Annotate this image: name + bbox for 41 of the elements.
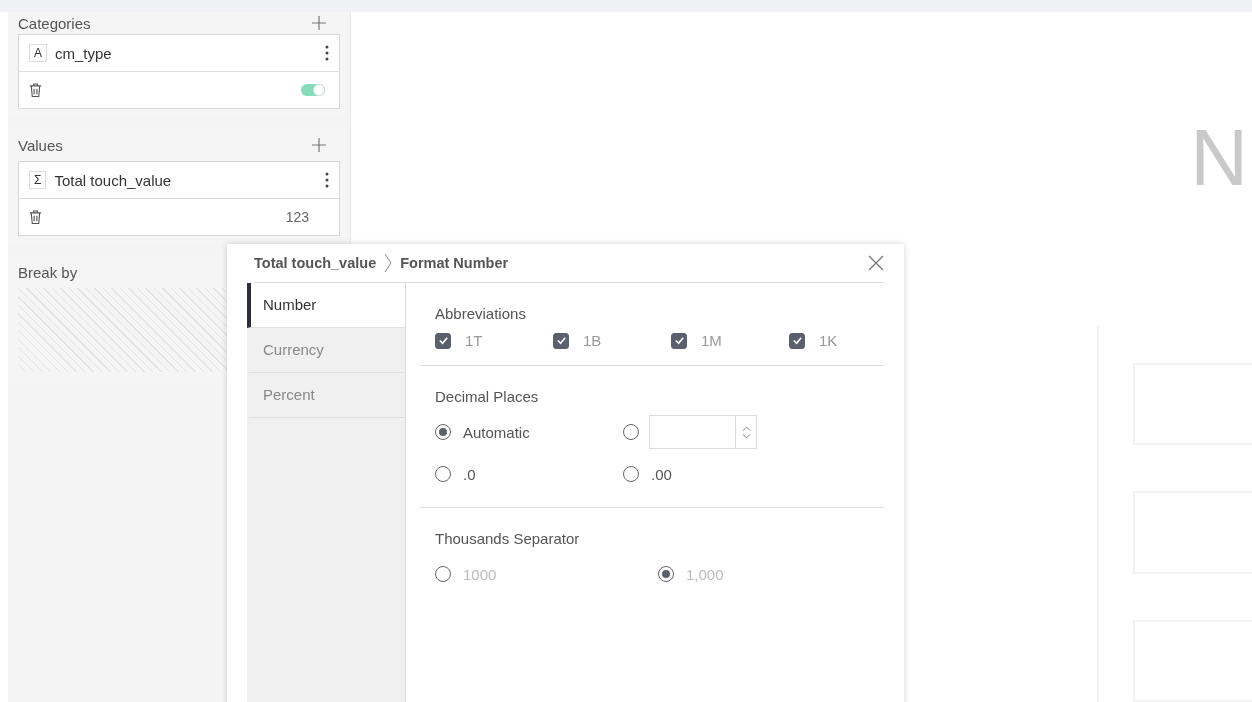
breadcrumb-item[interactable]: Total touch_value	[254, 255, 377, 271]
number-input[interactable]	[649, 415, 757, 449]
group-title: Thousands Separator	[435, 530, 581, 547]
close-icon[interactable]	[868, 255, 884, 271]
toggle-switch[interactable]	[301, 84, 325, 96]
section-title: Break by	[18, 263, 78, 281]
field-name: Total touch_value	[54, 171, 173, 189]
checkbox-label: 1T	[465, 332, 483, 349]
radio-label: .0	[463, 465, 476, 483]
field-pill[interactable]: A cm_type	[18, 34, 340, 109]
checkbox[interactable]	[553, 332, 569, 349]
checkbox[interactable]	[789, 332, 805, 349]
format-label[interactable]: 123	[285, 209, 309, 225]
group-title: Abbreviations	[435, 305, 527, 322]
checkbox-label: 1B	[583, 332, 602, 349]
checkbox[interactable]	[671, 332, 687, 349]
radio-label: 1000	[463, 565, 497, 583]
section-title: Values	[18, 136, 63, 154]
check-icon	[555, 335, 567, 346]
type-icon: A	[29, 44, 47, 62]
check-icon	[673, 335, 685, 346]
check-icon	[437, 335, 449, 346]
type-icon: Σ	[29, 171, 47, 189]
checkbox-label: 1K	[819, 332, 838, 349]
radio-label: 1,000	[686, 565, 724, 583]
checkbox[interactable]	[435, 332, 451, 349]
section-title: Categories	[18, 14, 91, 32]
checkbox-label: 1M	[701, 332, 722, 349]
more-icon[interactable]	[325, 45, 329, 61]
radio-label: .00	[651, 465, 672, 483]
dialog-title: Format Number	[400, 255, 509, 271]
trash-icon[interactable]	[29, 82, 42, 98]
tab[interactable]: Number	[247, 283, 405, 328]
chevron-icon	[384, 253, 393, 273]
check-icon	[791, 335, 803, 346]
group-title: Decimal Places	[435, 388, 540, 405]
more-icon[interactable]	[325, 172, 329, 188]
field-name: cm_type	[55, 44, 113, 62]
field-pill[interactable]: Σ Total touch_value 123	[18, 161, 340, 236]
trash-icon[interactable]	[29, 209, 42, 225]
radio-label: Automatic	[463, 423, 530, 441]
